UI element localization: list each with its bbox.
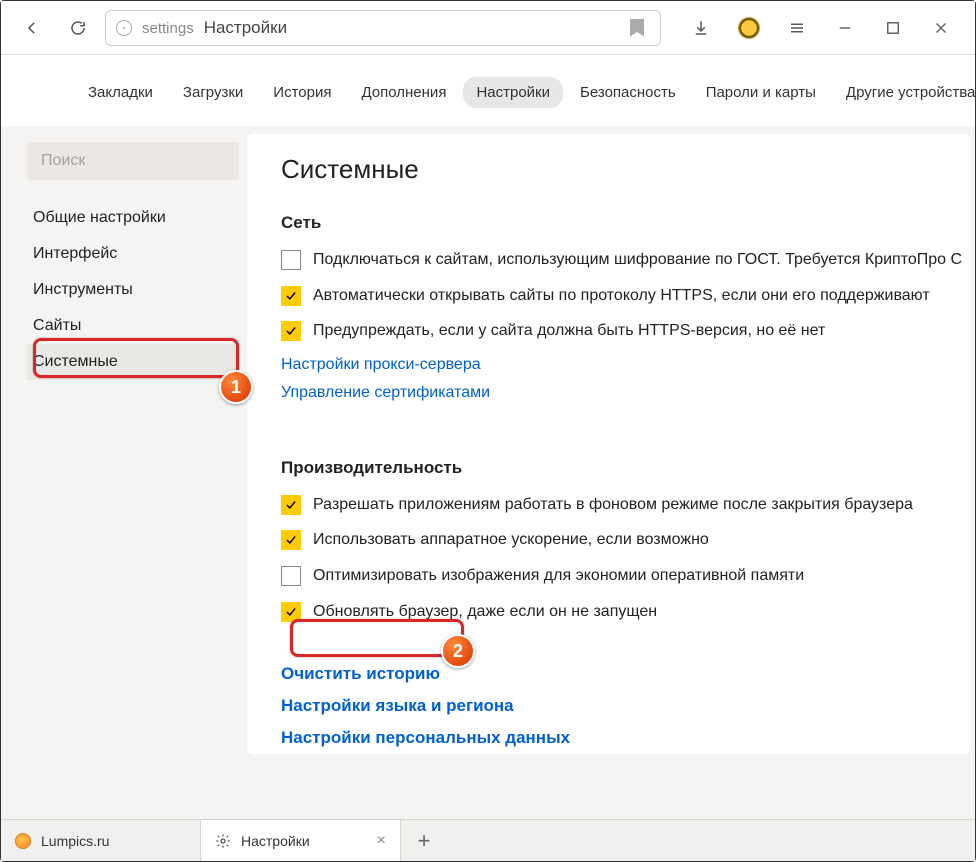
check-optimize-images[interactable]: Оптимизировать изображения для экономии … <box>281 565 971 587</box>
window-close-button[interactable] <box>919 9 963 47</box>
site-identity-icon <box>116 20 132 36</box>
tab-lumpics[interactable]: Lumpics.ru <box>1 820 201 861</box>
nav-tab-history[interactable]: История <box>260 77 344 108</box>
sidebar-item-sites[interactable]: Сайты <box>27 308 239 344</box>
nav-tab-passwords[interactable]: Пароли и карты <box>693 77 829 108</box>
sidebar-item-tools[interactable]: Инструменты <box>27 272 239 308</box>
check-label: Подключаться к сайтам, использующим шифр… <box>313 249 962 271</box>
checkbox-checked-icon <box>281 286 301 306</box>
tab-settings[interactable]: Настройки × <box>201 820 401 861</box>
nav-tab-bookmarks[interactable]: Закладки <box>75 77 166 108</box>
gear-icon <box>215 833 231 849</box>
back-button[interactable] <box>13 9 51 47</box>
section-network-title: Сеть <box>281 213 971 233</box>
tab-strip: Lumpics.ru Настройки × + <box>1 819 975 861</box>
checkbox-checked-icon <box>281 530 301 550</box>
favicon-icon <box>15 833 31 849</box>
check-label: Предупреждать, если у сайта должна быть … <box>313 320 825 342</box>
link-cert-management[interactable]: Управление сертификатами <box>281 384 490 402</box>
reload-button[interactable] <box>59 9 97 47</box>
check-auto-https[interactable]: Автоматически открывать сайты по протоко… <box>281 285 971 307</box>
link-clear-history[interactable]: Очистить историю <box>281 664 440 684</box>
window-maximize-button[interactable] <box>871 9 915 47</box>
check-label: Разрешать приложениям работать в фоновом… <box>313 494 913 516</box>
tab-close-icon[interactable]: × <box>377 833 386 849</box>
downloads-button[interactable] <box>679 9 723 47</box>
checkbox-icon <box>281 566 301 586</box>
check-label: Использовать аппаратное ускорение, если … <box>313 529 709 551</box>
check-background-apps[interactable]: Разрешать приложениям работать в фоновом… <box>281 494 971 516</box>
nav-tab-addons[interactable]: Дополнения <box>348 77 459 108</box>
tab-label: Настройки <box>241 833 310 849</box>
content-panel: Системные Сеть Подключаться к сайтам, ис… <box>247 134 971 754</box>
nav-tab-devices[interactable]: Другие устройства <box>833 77 976 108</box>
check-gost[interactable]: Подключаться к сайтам, использующим шифр… <box>281 249 971 271</box>
bookmark-icon[interactable] <box>630 19 644 37</box>
sidebar-item-system[interactable]: Системные <box>27 344 239 380</box>
main-area: Поиск Общие настройки Интерфейс Инструме… <box>1 126 975 826</box>
checkbox-checked-icon <box>281 602 301 622</box>
page-title: Системные <box>281 154 971 185</box>
browser-toolbar: settings Настройки <box>1 1 975 55</box>
profile-button[interactable] <box>727 9 771 47</box>
check-auto-update[interactable]: Обновлять браузер, даже если он не запущ… <box>281 601 971 623</box>
section-performance-title: Производительность <box>281 458 971 478</box>
tab-label: Lumpics.ru <box>41 833 109 849</box>
menu-button[interactable] <box>775 9 819 47</box>
search-input[interactable]: Поиск <box>27 142 239 180</box>
link-proxy-settings[interactable]: Настройки прокси-сервера <box>281 356 481 374</box>
address-text: settings Настройки <box>142 18 612 38</box>
settings-nav: Закладки Загрузки История Дополнения Нас… <box>1 55 975 126</box>
checkbox-icon <box>281 250 301 270</box>
address-bar[interactable]: settings Настройки <box>105 10 661 46</box>
profile-avatar-icon <box>738 17 760 39</box>
checkbox-checked-icon <box>281 321 301 341</box>
check-label: Оптимизировать изображения для экономии … <box>313 565 804 587</box>
new-tab-button[interactable]: + <box>401 820 447 861</box>
check-https-warn[interactable]: Предупреждать, если у сайта должна быть … <box>281 320 971 342</box>
nav-tab-downloads[interactable]: Загрузки <box>170 77 256 108</box>
link-personal-data[interactable]: Настройки персональных данных <box>281 728 570 748</box>
check-label: Обновлять браузер, даже если он не запущ… <box>313 601 657 623</box>
sidebar-item-general[interactable]: Общие настройки <box>27 200 239 236</box>
check-label: Автоматически открывать сайты по протоко… <box>313 285 930 307</box>
nav-tab-security[interactable]: Безопасность <box>567 77 689 108</box>
check-hw-accel[interactable]: Использовать аппаратное ускорение, если … <box>281 529 971 551</box>
window-minimize-button[interactable] <box>823 9 867 47</box>
link-language-region[interactable]: Настройки языка и региона <box>281 696 514 716</box>
checkbox-checked-icon <box>281 495 301 515</box>
sidebar-item-interface[interactable]: Интерфейс <box>27 236 239 272</box>
sidebar: Поиск Общие настройки Интерфейс Инструме… <box>1 134 247 826</box>
nav-tab-settings[interactable]: Настройки <box>463 77 563 108</box>
